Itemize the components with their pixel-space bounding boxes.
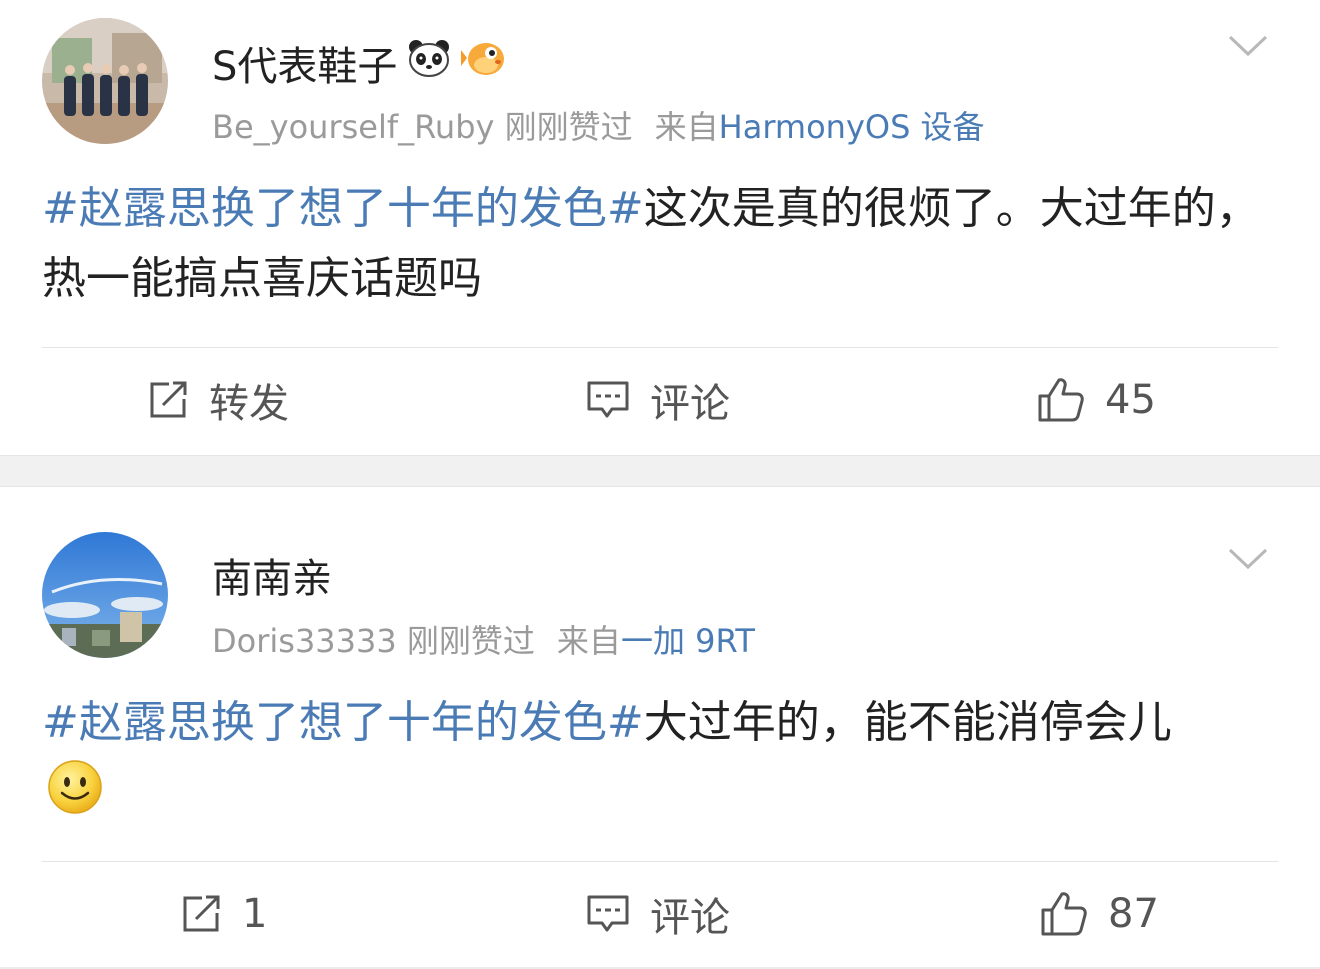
like-count: 45: [1105, 377, 1156, 423]
source-label: 来自: [556, 622, 621, 660]
comment-icon: [587, 895, 629, 932]
avatar[interactable]: [42, 532, 168, 658]
thumbs-up-icon: [1041, 892, 1087, 936]
comment-button[interactable]: 评论: [586, 874, 730, 954]
liked-text: 刚刚赞过: [504, 108, 633, 146]
username-text[interactable]: S代表鞋子: [212, 34, 397, 92]
feed-post: S代表鞋子 Be_yourself_Ruby 刚刚赞过 来自HarmonyOS …: [0, 0, 1320, 455]
post-meta: Be_yourself_Ruby 刚刚赞过 来自HarmonyOS 设备: [212, 102, 985, 148]
thumbs-up-icon: [1038, 378, 1084, 422]
repost-count: 1: [242, 891, 268, 937]
comment-label: 评论: [650, 381, 730, 427]
like-button[interactable]: 87: [1040, 874, 1159, 954]
comment-button[interactable]: 评论: [586, 360, 730, 440]
username[interactable]: 南南亲: [212, 546, 332, 604]
post-meta: Doris33333 刚刚赞过 来自一加 9RT: [212, 616, 755, 662]
comment-label: 评论: [650, 895, 730, 941]
like-button[interactable]: 45: [1037, 360, 1156, 440]
repost-label: 转发: [209, 381, 289, 427]
source-device[interactable]: HarmonyOS 设备: [719, 108, 985, 146]
feed-post: 南南亲 Doris33333 刚刚赞过 来自一加 9RT #赵露思换了想了十年的发…: [0, 487, 1320, 969]
hashtag-link[interactable]: #赵露思换了想了十年的发色#: [42, 697, 644, 748]
feed-separator: [0, 455, 1320, 487]
repost-button[interactable]: 1: [180, 874, 267, 954]
post-text: 大过年的，能不能消停会儿: [643, 697, 1172, 748]
liker-name[interactable]: Doris33333: [212, 622, 397, 660]
repost-icon: [150, 381, 187, 418]
avatar[interactable]: [42, 18, 168, 144]
pufferfish-icon: [461, 38, 507, 88]
smiley-emoji: [46, 758, 104, 837]
username[interactable]: S代表鞋子: [212, 34, 507, 92]
chevron-down-icon[interactable]: [1228, 547, 1268, 571]
chevron-down-icon[interactable]: [1228, 34, 1268, 58]
source-label: 来自: [654, 108, 719, 146]
liker-name[interactable]: Be_yourself_Ruby: [212, 108, 494, 146]
action-bar: 转发 评论 45: [0, 360, 1320, 440]
source-device[interactable]: 一加 9RT: [621, 622, 755, 660]
like-count: 87: [1108, 891, 1159, 937]
username-text[interactable]: 南南亲: [212, 546, 332, 604]
post-content: #赵露思换了想了十年的发色#大过年的，能不能消停会儿: [42, 688, 1278, 837]
hashtag-link[interactable]: #赵露思换了想了十年的发色#: [42, 183, 644, 234]
panda-icon: [407, 38, 451, 88]
action-bar: 1 评论 87: [0, 874, 1320, 954]
post-content: #赵露思换了想了十年的发色#这次是真的很烦了。大过年的，热一能搞点喜庆话题吗: [42, 174, 1278, 314]
comment-icon: [587, 381, 629, 418]
repost-icon: [183, 895, 220, 932]
divider: [42, 861, 1278, 862]
repost-button[interactable]: 转发: [147, 360, 289, 440]
liked-text: 刚刚赞过: [406, 622, 535, 660]
divider: [42, 347, 1278, 348]
